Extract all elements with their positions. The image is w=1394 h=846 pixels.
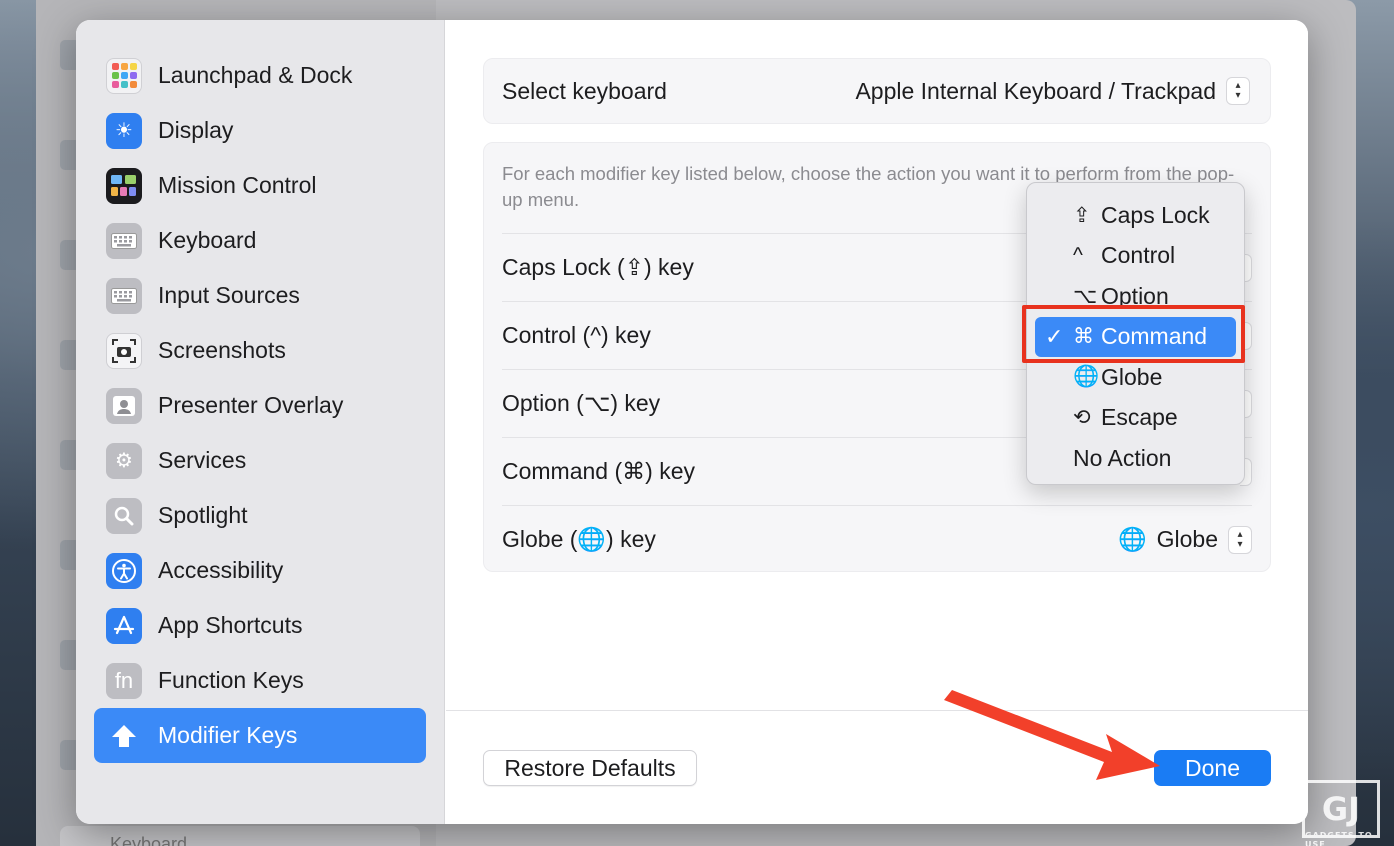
escape-icon: ⟲ — [1073, 406, 1091, 430]
sidebar-item-services[interactable]: ⚙ Services — [94, 433, 426, 488]
modifier-row-label: Command (⌘) key — [502, 458, 695, 484]
fn-icon: fn — [106, 662, 142, 699]
sidebar-item-label: Input Sources — [158, 282, 300, 308]
modifier-row-label: Control (^) key — [502, 322, 651, 348]
gadgets-to-use-logo: GJ GADGETS TO USE — [1302, 780, 1380, 846]
sidebar-item-label: Mission Control — [158, 172, 317, 198]
menu-item-label: No Action — [1073, 444, 1172, 471]
sidebar-item-label: Services — [158, 447, 247, 473]
sidebar-item-label: Modifier Keys — [158, 722, 298, 748]
annotation-highlight-box — [1022, 305, 1245, 363]
person-icon — [106, 387, 142, 424]
modifier-row-label: Caps Lock (⇪) key — [502, 254, 694, 280]
launchpad-icon — [106, 57, 142, 94]
menu-item-label: Globe — [1101, 363, 1163, 390]
globe-icon: 🌐 — [1117, 526, 1147, 552]
modifier-popup-globe[interactable]: 🌐 Globe ▴ ▾ — [1117, 525, 1252, 554]
sidebar-item-spotlight[interactable]: Spotlight — [94, 488, 426, 543]
chevron-updown-icon: ▴ ▾ — [1228, 525, 1252, 554]
sidebar-item-app-shortcuts[interactable]: App Shortcuts — [94, 598, 426, 653]
restore-defaults-button[interactable]: Restore Defaults — [483, 750, 697, 786]
sidebar-item-label: Spotlight — [158, 502, 248, 528]
sidebar-item-display[interactable]: ☀ Display — [94, 103, 426, 158]
select-keyboard-row: Select keyboard Apple Internal Keyboard … — [483, 58, 1271, 124]
sidebar-item-label: Accessibility — [158, 557, 284, 583]
select-keyboard-popup[interactable]: Apple Internal Keyboard / Trackpad ▴ ▾ — [855, 77, 1250, 105]
sidebar-item-accessibility[interactable]: Accessibility — [94, 543, 426, 598]
modifier-row-label: Globe (🌐) key — [502, 526, 656, 552]
sidebar-item-label: Screenshots — [158, 337, 286, 363]
modifier-arrow-icon — [106, 718, 142, 754]
sidebar-item-modifier-keys[interactable]: Modifier Keys — [94, 708, 426, 763]
keyboard-icon — [106, 222, 142, 259]
sidebar-item-mission-control[interactable]: Mission Control — [94, 158, 426, 213]
menu-item-control[interactable]: ^ Control — [1027, 236, 1244, 277]
control-icon: ^ — [1073, 243, 1083, 267]
sidebar-item-screenshots[interactable]: Screenshots — [94, 323, 426, 378]
background-sidebar-item: Keyboard — [60, 826, 420, 846]
select-keyboard-value: Apple Internal Keyboard / Trackpad — [855, 77, 1216, 104]
sidebar-item-label: Launchpad & Dock — [158, 62, 353, 88]
sidebar-item-label: App Shortcuts — [158, 612, 303, 638]
sidebar-item-label: Function Keys — [158, 667, 304, 693]
sidebar-item-input-sources[interactable]: Input Sources — [94, 268, 426, 323]
magnifier-icon — [106, 497, 142, 534]
modifier-row-globe: Globe (🌐) key 🌐 Globe ▴ ▾ — [502, 505, 1252, 573]
sidebar-item-function-keys[interactable]: fn Function Keys — [94, 653, 426, 708]
sidebar: Launchpad & Dock ☀ Display Mission Contr… — [76, 20, 445, 824]
sidebar-item-label: Display — [158, 117, 234, 143]
menu-item-label: Control — [1101, 242, 1176, 269]
watermark-caption: GADGETS TO USE — [1305, 831, 1373, 846]
modifier-row-label: Option (⌥) key — [502, 390, 661, 416]
gears-icon: ⚙ — [106, 442, 142, 479]
caps-lock-icon: ⇪ — [1073, 203, 1091, 227]
done-button[interactable]: Done — [1154, 750, 1271, 786]
menu-item-no-action[interactable]: No Action — [1027, 438, 1244, 479]
watermark-logo-text: GJ — [1321, 790, 1361, 828]
menu-item-label: Caps Lock — [1101, 201, 1210, 228]
camera-icon — [106, 332, 142, 369]
menu-item-escape[interactable]: ⟲ Escape — [1027, 398, 1244, 439]
sidebar-item-launchpad-dock[interactable]: Launchpad & Dock — [94, 48, 426, 103]
sidebar-item-label: Keyboard — [158, 227, 257, 253]
sidebar-item-label: Presenter Overlay — [158, 392, 344, 418]
globe-icon: 🌐 — [1073, 365, 1100, 389]
menu-item-globe[interactable]: 🌐 Globe — [1027, 357, 1244, 398]
keyboard-icon — [106, 277, 142, 314]
mission-control-icon — [106, 167, 142, 204]
select-keyboard-label: Select keyboard — [502, 77, 667, 104]
chevron-updown-icon: ▴ ▾ — [1226, 77, 1250, 105]
app-store-icon — [106, 607, 142, 644]
footer-divider — [446, 710, 1308, 711]
sidebar-item-presenter-overlay[interactable]: Presenter Overlay — [94, 378, 426, 433]
accessibility-icon — [106, 552, 142, 589]
menu-item-caps-lock[interactable]: ⇪ Caps Lock — [1027, 195, 1244, 236]
sun-icon: ☀ — [106, 112, 142, 149]
menu-item-label: Escape — [1101, 404, 1178, 431]
sidebar-item-keyboard[interactable]: Keyboard — [94, 213, 426, 268]
modifier-popup-value: Globe — [1156, 526, 1218, 552]
